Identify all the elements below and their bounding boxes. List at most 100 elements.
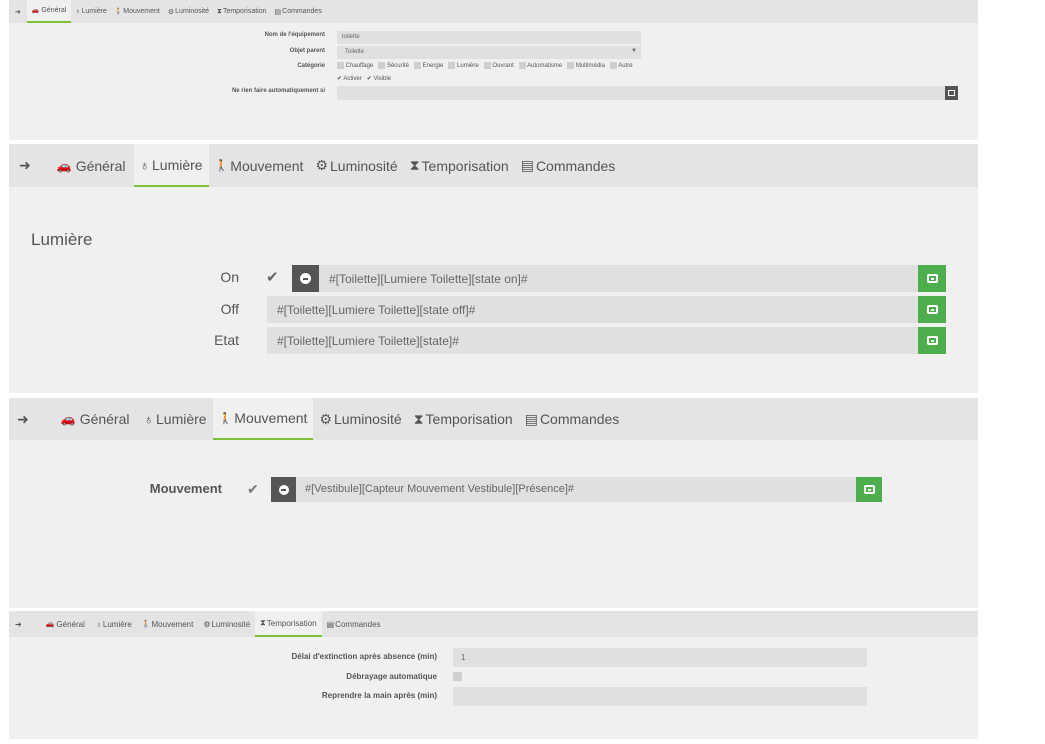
tab-lumiere[interactable]: ♁ Lumière — [91, 611, 137, 637]
mouvement-enable-checkbox[interactable]: ✔ — [247, 481, 259, 498]
tab-temporisation[interactable]: ⧗ Temporisation — [213, 0, 271, 23]
mouvement-command-input[interactable]: #[Vestibule][Capteur Mouvement Vestibule… — [296, 477, 856, 502]
tab-label: Luminosité — [211, 619, 251, 629]
resume-input[interactable] — [453, 687, 867, 706]
checkbox-icon — [378, 62, 386, 69]
mouvement-select-button[interactable] — [856, 477, 882, 502]
activate-visible-row: ✔ Activer ✔ Visible — [337, 75, 391, 82]
delay-input[interactable]: 1 — [453, 648, 867, 667]
tab-temporisation[interactable]: ⧗ Temporisation — [404, 144, 515, 187]
tab-luminosite[interactable]: ⚙ Luminosité — [164, 0, 213, 23]
category-ouvrant[interactable]: Ouvrant — [483, 62, 517, 69]
tab-luminosite[interactable]: ⚙ Luminosité — [198, 611, 255, 637]
tab-label: Mouvement — [151, 619, 194, 629]
tab-back[interactable]: ➜ — [9, 0, 27, 23]
tab-label: Lumière — [102, 619, 132, 629]
hourglass-icon: ⧗ — [260, 618, 266, 627]
tab-back[interactable]: ➜ — [9, 398, 53, 440]
off-command-input[interactable]: #[Toilette][Lumiere Toilette][state off]… — [267, 296, 918, 323]
tab-general[interactable]: 🚗 Général — [26, 0, 72, 23]
tab-commandes[interactable]: ▤ Commandes — [519, 398, 626, 440]
on-label: On — [220, 269, 239, 285]
mouvement-panel: ➜ 🚗 Général ♁ Lumière 🚶 Mouvement ⚙ Luminosi… — [9, 398, 978, 608]
tab-label: Temporisation — [266, 618, 317, 628]
lightbulb-icon: ♁ — [95, 619, 102, 629]
section-title: Lumière — [31, 230, 93, 249]
mouvement-label: Mouvement — [149, 481, 222, 496]
on-command-input[interactable]: #[Toilette][Lumiere Toilette][state on]# — [319, 265, 918, 292]
activate-checkbox[interactable]: ✔ Activer — [337, 76, 365, 82]
tab-label: Temporisation — [421, 157, 509, 174]
auto-checkbox[interactable] — [453, 672, 462, 681]
name-input[interactable]: toilette — [337, 31, 641, 44]
noauto-button[interactable] — [945, 86, 958, 100]
activate-label: Activer — [343, 76, 362, 82]
tab-general[interactable]: 🚗 Général — [49, 144, 134, 187]
list-icon — [948, 90, 955, 96]
tab-lumiere[interactable]: ♁ Lumière — [71, 0, 111, 23]
general-panel: ➜ 🚗 Général ♁ Lumière 🚶 Mouvement ⚙ Luminosi… — [9, 0, 978, 140]
list-icon — [926, 336, 938, 345]
category-checkboxes: Chauffage Sécurité Energie Lumière Ouvra… — [337, 62, 633, 69]
off-select-button[interactable] — [918, 296, 946, 323]
tab-label: Commandes — [535, 157, 616, 174]
resume-label: Reprendre la main après (min) — [321, 691, 437, 700]
tab-luminosite[interactable]: ⚙ Luminosité — [313, 398, 407, 440]
check-icon: ✔ — [337, 76, 343, 82]
tab-temporisation[interactable]: ⧗ Temporisation — [408, 398, 519, 440]
mouvement-remove-button[interactable] — [271, 477, 296, 502]
lightbulb-icon: ♁ — [139, 156, 151, 173]
etat-command-input[interactable]: #[Toilette][Lumiere Toilette][state]# — [267, 327, 918, 354]
tab-label: Général — [75, 157, 126, 174]
category-energie[interactable]: Energie — [413, 62, 447, 70]
on-enable-checkbox[interactable]: ✔ — [266, 268, 279, 286]
tab-label: Temporisation — [425, 411, 513, 427]
category-label: Catégorie — [297, 63, 325, 69]
tab-label: Luminosité — [175, 8, 210, 15]
tab-commandes[interactable]: ▤ Commandes — [322, 611, 386, 637]
person-icon: 🚶 — [218, 412, 233, 425]
tab-mouvement[interactable]: 🚶 Mouvement — [212, 398, 314, 440]
checkbox-icon — [413, 62, 421, 69]
checkbox-label: Multimédia — [575, 63, 605, 70]
checkbox-icon — [567, 62, 575, 69]
tab-lumiere[interactable]: ♁ Lumière — [133, 144, 209, 187]
back-icon: ➜ — [19, 157, 31, 173]
category-securite[interactable]: Sécurité — [378, 62, 412, 69]
tab-commandes[interactable]: ▤ Commandes — [271, 0, 326, 23]
noauto-input[interactable] — [337, 86, 945, 100]
list-icon: ▤ — [274, 8, 282, 16]
caret-down-icon: ▼ — [631, 48, 637, 54]
checkbox-label: Automatisme — [527, 63, 563, 70]
category-autre[interactable]: Autre — [609, 62, 633, 69]
on-remove-button[interactable] — [292, 265, 319, 292]
auto-label: Débrayage automatique — [346, 672, 437, 681]
category-lumiere[interactable]: Lumière — [448, 62, 482, 69]
tab-label: Luminosité — [330, 157, 398, 174]
category-multimedia[interactable]: Multimédia — [567, 62, 608, 70]
tab-temporisation[interactable]: ⧗ Temporisation — [255, 611, 322, 637]
dashboard-icon: 🚗 — [45, 621, 55, 628]
parent-select[interactable]: Toilette ▼ — [337, 46, 641, 59]
tab-mouvement[interactable]: 🚶 Mouvement — [137, 611, 199, 637]
tab-back[interactable]: ➜ — [9, 611, 40, 637]
tab-commandes[interactable]: ▤ Commandes — [515, 144, 622, 187]
off-label: Off — [220, 301, 239, 317]
tab-bar: ➜ 🚗 Général ♁ Lumière 🚶 Mouvement ⚙ Luminosi… — [9, 398, 978, 440]
category-chauffage[interactable]: Chauffage — [337, 62, 377, 69]
category-automatisme[interactable]: Automatisme — [518, 62, 566, 70]
visible-checkbox[interactable]: ✔ Visible — [367, 76, 391, 82]
on-select-button[interactable] — [918, 265, 946, 292]
etat-select-button[interactable] — [918, 327, 946, 354]
tab-back[interactable]: ➜ — [9, 144, 49, 187]
tab-general[interactable]: 🚗 Général — [53, 398, 138, 440]
tab-general[interactable]: 🚗 Général — [40, 611, 91, 637]
tab-mouvement[interactable]: 🚶 Mouvement — [111, 0, 164, 23]
lightbulb-icon: ♁ — [75, 8, 81, 15]
parent-select-value: Toilette — [345, 49, 365, 55]
checkbox-label: Energie — [422, 63, 444, 70]
tab-label: Temporisation — [222, 8, 267, 15]
tab-luminosite[interactable]: ⚙ Luminosité — [309, 144, 403, 187]
tab-mouvement[interactable]: 🚶 Mouvement — [209, 144, 310, 187]
tab-lumiere[interactable]: ♁ Lumière — [138, 398, 213, 440]
